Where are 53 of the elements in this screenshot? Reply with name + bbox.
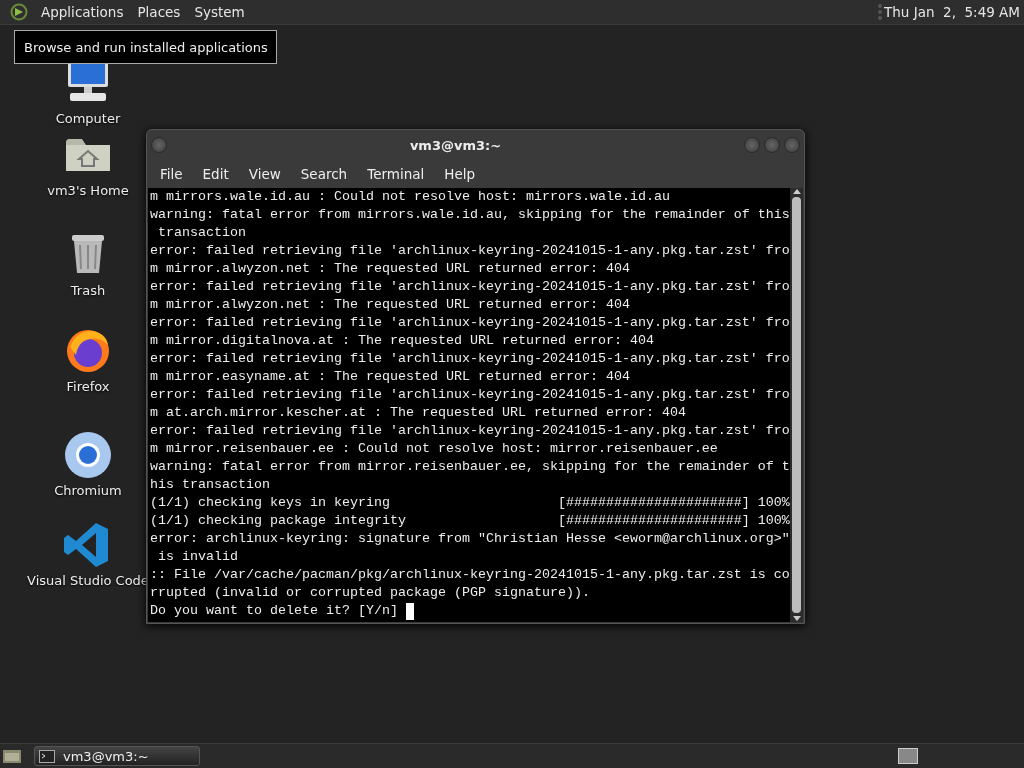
icon-label[interactable]: Chromium — [54, 483, 122, 498]
workspace-switcher[interactable] — [898, 748, 918, 764]
terminal-line: m mirror.reisenbauer.ee : Could not resolve host: mirror.reisenbauer.ee — [150, 440, 718, 458]
menu-item[interactable]: View — [238, 166, 291, 182]
taskbar-button[interactable]: vm3@vm3:~ — [34, 746, 200, 766]
terminal-line: error: failed retrieving file 'archlinux-keyring-20241015-1-any.pkg.tar.zst' fro — [150, 350, 790, 368]
icon-label[interactable]: Firefox — [66, 379, 110, 394]
terminal-line: his transaction — [150, 476, 270, 494]
terminal-line: error: failed retrieving file 'archlinux-keyring-20241015-1-any.pkg.tar.zst' fro — [150, 242, 790, 260]
panel-menu[interactable]: System — [187, 4, 252, 20]
terminal-line: :: File /var/cache/pacman/pkg/archlinux-keyring-20241015-1-any.pkg.tar.zst is co — [150, 566, 790, 584]
terminal-line: error: failed retrieving file 'archlinux-keyring-20241015-1-any.pkg.tar.zst' fro — [150, 386, 790, 404]
terminal-line: m mirror.digitalnova.at : The requested URL returned error: 404 — [150, 332, 654, 350]
menu-item[interactable]: Terminal — [357, 166, 435, 182]
terminal-line: error: failed retrieving file 'archlinux-keyring-20241015-1-any.pkg.tar.zst' fro — [150, 314, 790, 332]
menu-item[interactable]: Edit — [192, 166, 239, 182]
terminal-line: m mirror.easyname.at : The requested URL returned error: 404 — [150, 368, 630, 386]
tooltip: Browse and run installed applications — [14, 30, 277, 64]
terminal-line: (1/1) checking keys in keyring [######################] 100% — [150, 494, 790, 512]
panel-handle-icon — [876, 2, 884, 22]
scrollbar-thumb[interactable] — [792, 197, 801, 613]
terminal-line: m mirror.alwyzon.net : The requested URL returned error: 404 — [150, 296, 630, 314]
terminal-line: (1/1) checking package integrity [######################] 100% — [150, 512, 790, 530]
text-cursor — [405, 602, 414, 620]
terminal-line: Do you want to delete it? [Y/n] — [150, 602, 399, 620]
terminal-line: transaction — [157, 224, 246, 242]
scrollbar[interactable] — [790, 188, 803, 622]
scroll-down-icon[interactable] — [791, 615, 802, 622]
terminal-line: warning: fatal error from mirror.reisenbauer.ee, skipping for the remainder of t — [150, 458, 790, 476]
app-menu-icon[interactable] — [10, 3, 28, 21]
terminal-line: rrupted (invalid or corrupted package (PGP signature)). — [150, 584, 590, 602]
window-title: vm3@vm3:~ — [408, 137, 503, 153]
terminal-icon — [39, 749, 55, 763]
terminal-line: is invalid — [157, 548, 238, 566]
terminal-line: error: archlinux-keyring: signature from "Christian Hesse <eworm@archlinux.org>" — [150, 530, 790, 548]
panel-menu[interactable]: Applications — [34, 4, 131, 20]
terminal-line: m at.arch.mirror.kescher.at : The requested URL returned error: 404 — [150, 404, 686, 422]
terminal-line: error: failed retrieving file 'archlinux-keyring-20241015-1-any.pkg.tar.zst' fro — [150, 278, 790, 296]
scroll-up-icon[interactable] — [791, 188, 802, 195]
menu-item[interactable]: Search — [290, 166, 358, 182]
panel-menu[interactable]: Places — [130, 4, 188, 20]
menu-item[interactable]: Help — [434, 166, 486, 182]
terminal-line: error: failed retrieving file 'archlinux-keyring-20241015-1-any.pkg.tar.zst' fro — [150, 422, 790, 440]
icon-label[interactable]: Trash — [70, 283, 106, 298]
icon-label[interactable]: vm3's Home — [47, 183, 129, 198]
terminal-line: m mirror.alwyzon.net : The requested URL returned error: 404 — [150, 260, 630, 278]
clock[interactable]: Thu Jan 2, 5:49 AM — [884, 4, 1024, 20]
show-desktop-icon[interactable] — [2, 747, 22, 765]
terminal-line: warning: fatal error from mirrors.wale.id.au, skipping for the remainder of this — [150, 206, 790, 224]
menu-item[interactable]: File — [150, 166, 193, 182]
browser-icon[interactable] — [62, 431, 114, 479]
icon-label[interactable]: Computer — [55, 111, 121, 126]
terminal-line: m mirrors.wale.id.au : Could not resolve host: mirrors.wale.id.au — [150, 188, 670, 206]
